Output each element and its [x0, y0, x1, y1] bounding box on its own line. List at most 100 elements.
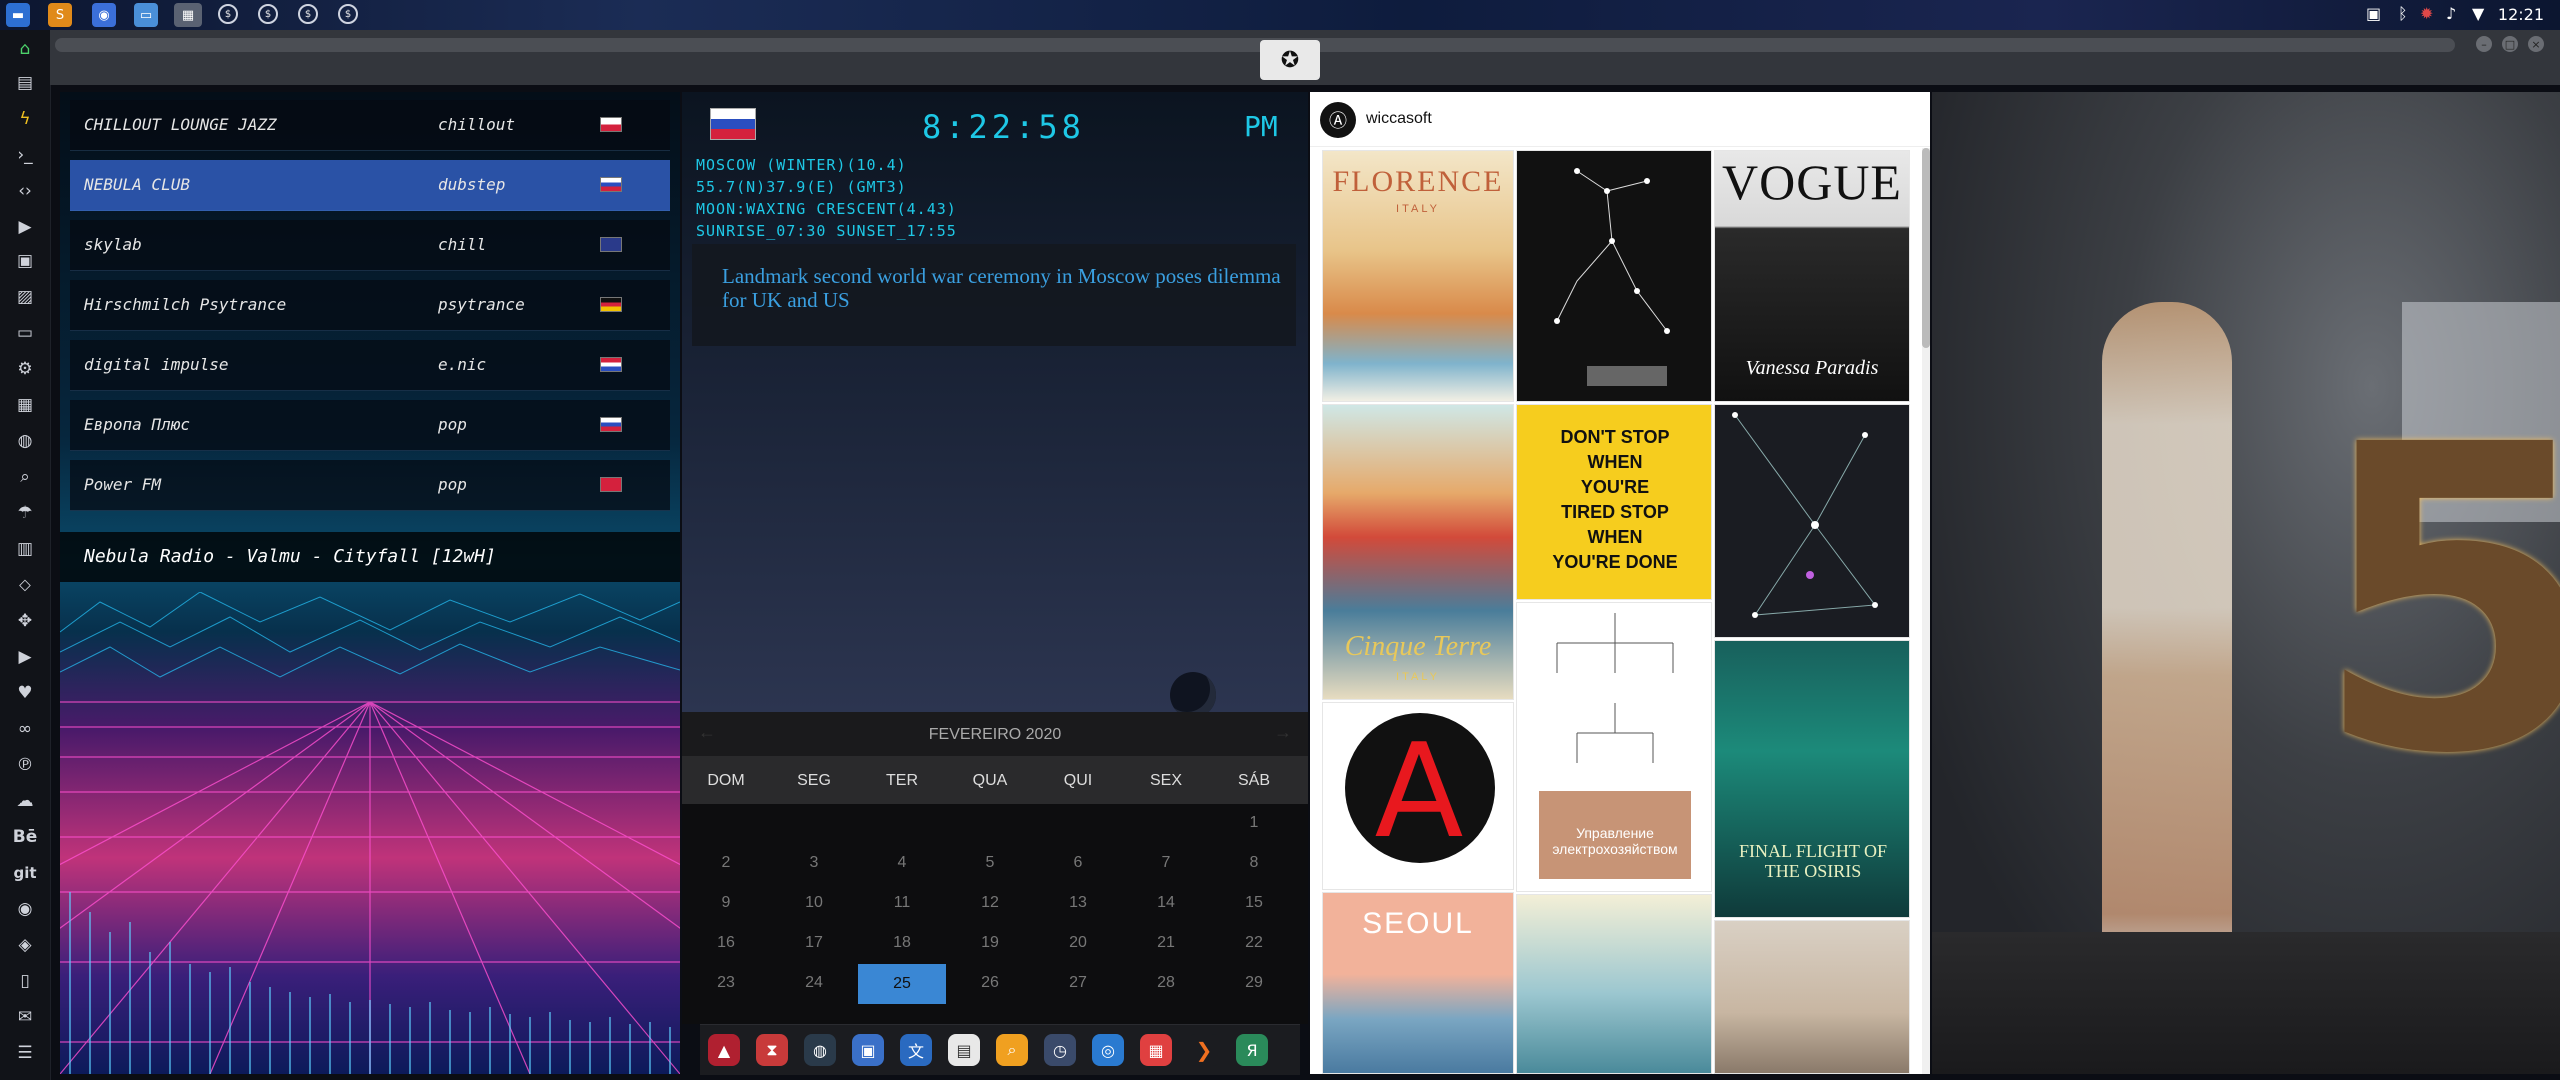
calendar-day[interactable]: 4 — [858, 854, 946, 872]
workspace-1[interactable]: $ — [218, 4, 238, 24]
calendar-day[interactable]: 5 — [946, 854, 1034, 872]
triangle-app-icon[interactable]: ▲ — [708, 1034, 740, 1066]
calendar-day[interactable]: 24 — [770, 974, 858, 992]
translate-icon[interactable]: 文 — [900, 1034, 932, 1066]
workspace-3[interactable]: $ — [298, 4, 318, 24]
image-viewer-icon[interactable]: ▣ — [852, 1034, 884, 1066]
code-file-icon[interactable]: ▦ — [12, 392, 38, 418]
calendar-day[interactable]: 28 — [1122, 974, 1210, 992]
pin-skyline[interactable] — [1516, 894, 1712, 1074]
username[interactable]: wiccasoft — [1366, 110, 1432, 128]
heart-icon[interactable]: ♥ — [12, 680, 38, 706]
link-icon[interactable]: ∞ — [12, 716, 38, 742]
cloud-icon[interactable]: ☁ — [12, 788, 38, 814]
browser-icon[interactable]: ◎ — [1092, 1034, 1124, 1066]
cubes-icon[interactable]: ◈ — [12, 932, 38, 958]
contacts-icon[interactable]: ▥ — [12, 536, 38, 562]
pinterest-icon[interactable]: ℗ — [12, 752, 38, 778]
bolt-icon[interactable]: ϟ — [12, 106, 38, 132]
pin-portrait[interactable] — [1714, 920, 1910, 1074]
calendar-day[interactable]: 6 — [1034, 854, 1122, 872]
arrow-app-icon[interactable]: ❯ — [1188, 1034, 1220, 1066]
calendar-day[interactable]: 7 — [1122, 854, 1210, 872]
git-icon[interactable]: git — [12, 860, 38, 886]
behance-icon[interactable]: Bē — [12, 824, 38, 850]
github-icon[interactable]: ◉ — [12, 896, 38, 922]
pin-constellation[interactable] — [1516, 150, 1712, 402]
pin-star-map[interactable] — [1714, 404, 1910, 638]
folder-icon[interactable]: ▭ — [134, 3, 158, 27]
document-icon[interactable]: ▤ — [12, 70, 38, 96]
calendar-day[interactable]: 20 — [1034, 934, 1122, 952]
id-card-icon[interactable]: ▭ — [12, 320, 38, 346]
tag-icon[interactable]: ⬦ — [12, 572, 38, 598]
station-row[interactable]: NEBULA CLUB dubstep — [70, 160, 670, 211]
station-row[interactable]: Hirschmilch Psytrance psytrance — [70, 280, 670, 331]
volume-icon[interactable]: ♪ — [2446, 4, 2456, 23]
files-icon[interactable]: ▬ — [6, 3, 30, 27]
calendar-day[interactable]: 29 — [1210, 974, 1298, 992]
window-thumbnail-icon[interactable]: ▦ — [174, 3, 202, 27]
media-icon[interactable]: ▣ — [12, 248, 38, 274]
station-row[interactable]: digital impulse e.nic — [70, 340, 670, 391]
clock[interactable]: 12:21 — [2498, 5, 2544, 24]
play-icon[interactable]: ▶ — [12, 214, 38, 240]
maximize-button[interactable]: □ — [2502, 36, 2518, 52]
clock-icon[interactable]: ◷ — [1044, 1034, 1076, 1066]
calendar-day[interactable]: 3 — [770, 854, 858, 872]
list-icon[interactable]: ☰ — [12, 1040, 38, 1066]
globe-icon[interactable]: ◍ — [804, 1034, 836, 1066]
yandex-icon[interactable]: Я — [1236, 1034, 1268, 1066]
screenshot-icon[interactable]: ▣ — [2366, 4, 2381, 23]
calendar-day[interactable]: 22 — [1210, 934, 1298, 952]
bluetooth-icon[interactable]: ᛒ — [2398, 4, 2408, 23]
image-icon[interactable]: ▨ — [12, 284, 38, 310]
pin-seoul[interactable]: SEOUL — [1322, 892, 1514, 1074]
calendar-day[interactable]: 12 — [946, 894, 1034, 912]
youtube-icon[interactable]: ▶ — [12, 644, 38, 670]
calendar-day[interactable]: 10 — [770, 894, 858, 912]
settings-icon[interactable]: ⚙ — [12, 356, 38, 382]
terminal-icon[interactable]: ›_ — [12, 142, 38, 168]
search-icon[interactable]: ⌕ — [12, 464, 38, 490]
calendar-today[interactable]: 25 — [858, 964, 946, 1004]
station-row[interactable]: Power FM pop — [70, 460, 670, 511]
update-icon[interactable]: ✹ — [2420, 4, 2433, 23]
calendar-day[interactable]: 15 — [1210, 894, 1298, 912]
minimize-button[interactable]: – — [2476, 36, 2492, 52]
calendar-day[interactable]: 21 — [1122, 934, 1210, 952]
pin-cinque-terre[interactable]: Cinque Terre ITALY — [1322, 404, 1514, 700]
station-row[interactable]: Европа Плюс pop — [70, 400, 670, 451]
wifi-icon[interactable]: ▼ — [2472, 4, 2484, 23]
calendar-day[interactable]: 16 — [682, 934, 770, 952]
avatar[interactable]: Ⓐ — [1320, 102, 1356, 138]
station-row[interactable]: skylab chill — [70, 220, 670, 271]
umbrella-icon[interactable]: ☂ — [12, 500, 38, 526]
expand-icon[interactable]: ✥ — [12, 608, 38, 634]
calendar-day[interactable]: 26 — [946, 974, 1034, 992]
news-headline[interactable]: Landmark second world war ceremony in Mo… — [722, 264, 1282, 312]
pin-vogue[interactable]: VOGUE Vanessa Paradis — [1714, 150, 1910, 402]
code-icon[interactable]: ‹› — [12, 178, 38, 204]
calendar-day[interactable]: 13 — [1034, 894, 1122, 912]
close-button[interactable]: × — [2528, 36, 2544, 52]
chrome-icon[interactable]: ◉ — [92, 3, 116, 27]
pin-motivation[interactable]: DON'T STOP WHEN YOU'RE TIRED STOP WHEN Y… — [1516, 404, 1712, 600]
sublime-icon[interactable]: S — [48, 3, 72, 27]
pin-org-chart[interactable]: Управление электрохозяйством — [1516, 602, 1712, 892]
calendar-day[interactable]: 8 — [1210, 854, 1298, 872]
workspace-2[interactable]: $ — [258, 4, 278, 24]
next-month-icon[interactable]: → — [1274, 722, 1292, 743]
calendar-day[interactable]: 1 — [1210, 814, 1298, 832]
station-row[interactable]: CHILLOUT LOUNGE JAZZ chillout — [70, 100, 670, 151]
map-icon[interactable]: ▯ — [12, 968, 38, 994]
calendar-day[interactable]: 14 — [1122, 894, 1210, 912]
pin-anarchy-globe[interactable]: A — [1322, 702, 1514, 890]
calendar-day[interactable]: 27 — [1034, 974, 1122, 992]
scrollbar-thumb[interactable] — [1922, 148, 1930, 348]
pin-florence[interactable]: FLORENCE ITALY — [1322, 150, 1514, 402]
globe-icon[interactable]: ◍ — [12, 428, 38, 454]
home-icon[interactable]: ⌂ — [12, 36, 38, 62]
pin-osiris[interactable]: FINAL FLIGHT OF THE OSIRIS — [1714, 640, 1910, 918]
calendar-day[interactable]: 9 — [682, 894, 770, 912]
